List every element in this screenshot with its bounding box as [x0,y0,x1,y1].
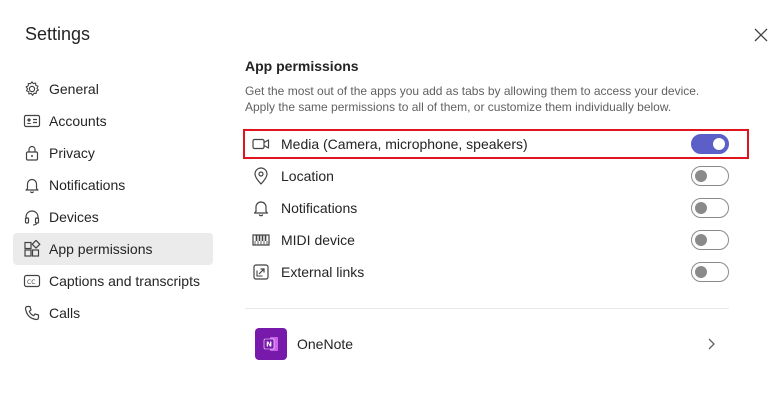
permission-row-notifications: Notifications [245,192,729,224]
sidebar-nav: General Accounts Privacy Notifications D… [13,73,213,329]
permission-label: External links [281,264,365,280]
permission-label: MIDI device [281,232,355,248]
toggle-knob [713,138,725,150]
sidebar-item-label: Privacy [49,145,95,161]
sidebar-item-label: Devices [49,209,99,225]
permission-row-midi: MIDI device [245,224,729,256]
notifications-permission-toggle[interactable] [691,198,729,218]
onenote-logo: N [255,328,287,360]
sidebar-item-devices[interactable]: Devices [13,201,213,233]
cc-icon: CC [23,272,41,290]
close-icon [754,28,768,42]
permission-row-media: Media (Camera, microphone, speakers) [243,128,749,160]
apps-icon [23,240,41,258]
media-permission-toggle[interactable] [691,134,729,154]
toggle-knob [695,266,707,278]
chevron-right-icon [708,338,715,350]
app-row-onenote[interactable]: N OneNote [255,328,729,360]
sidebar-item-label: Captions and transcripts [49,273,200,289]
close-button[interactable] [752,26,770,44]
permission-label: Media (Camera, microphone, speakers) [281,136,528,152]
bell-icon [23,176,41,194]
sidebar-item-privacy[interactable]: Privacy [13,137,213,169]
permission-row-location: Location [245,160,729,192]
section-description: Get the most out of the apps you add as … [245,84,700,114]
onenote-logo-letter: N [266,341,272,349]
id-card-icon [23,112,41,130]
main-panel: App permissions Get the most out of the … [243,58,749,360]
external-link-icon [251,262,271,282]
permission-list: Media (Camera, microphone, speakers) Loc… [243,128,749,288]
sidebar-item-label: App permissions [49,241,153,257]
permission-label: Notifications [281,200,358,216]
lock-icon [23,144,41,162]
bell-icon [251,198,271,218]
permission-label: Location [281,168,334,184]
page-title: Settings [25,24,91,44]
toggle-knob [695,202,707,214]
sidebar-item-app-permissions[interactable]: App permissions [13,233,213,265]
sidebar-item-general[interactable]: General [13,73,213,105]
sidebar-item-calls[interactable]: Calls [13,297,213,329]
gear-icon [23,80,41,98]
app-name: OneNote [297,336,354,352]
permission-row-external-links: External links [245,256,729,288]
sidebar-item-label: Notifications [49,177,126,193]
svg-text:CC: CC [27,279,35,286]
sidebar-item-notifications[interactable]: Notifications [13,169,213,201]
location-permission-toggle[interactable] [691,166,729,186]
midi-permission-toggle[interactable] [691,230,729,250]
sidebar-item-label: Calls [49,305,81,321]
location-pin-icon [251,166,271,186]
toggle-knob [695,234,707,246]
phone-icon [23,304,41,322]
sidebar-item-label: General [49,81,99,97]
headset-icon [23,208,41,226]
video-camera-icon [251,134,271,154]
external-links-permission-toggle[interactable] [691,262,729,282]
sidebar-item-label: Accounts [49,113,107,129]
sidebar-item-accounts[interactable]: Accounts [13,105,213,137]
section-divider [245,308,729,309]
keyboard-icon [251,230,271,250]
toggle-knob [695,170,707,182]
sidebar-item-captions[interactable]: CC Captions and transcripts [13,265,213,297]
section-title: App permissions [245,58,359,74]
